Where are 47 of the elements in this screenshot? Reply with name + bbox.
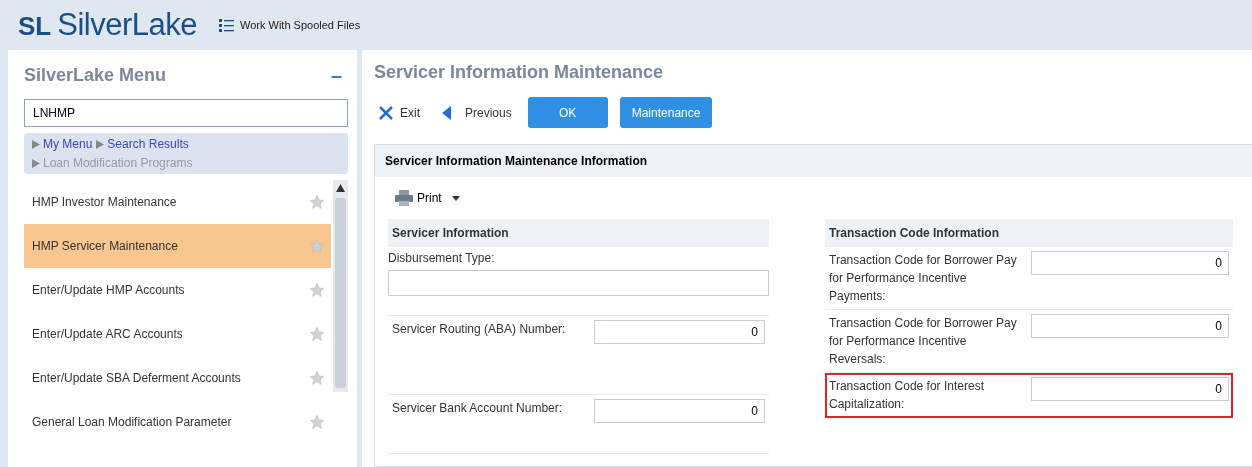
menu-item[interactable]: HMP Servicer Maintenance bbox=[24, 224, 331, 268]
page-title: Servicer Information Maintenance bbox=[374, 62, 665, 83]
star-icon[interactable] bbox=[309, 282, 325, 298]
star-icon[interactable] bbox=[309, 370, 325, 386]
menu-item[interactable]: Enter/Update HMP Accounts bbox=[24, 268, 331, 312]
field-label: Transaction Code for Borrower Pay for Performance Incentive Reversals: bbox=[829, 315, 1018, 368]
previous-button[interactable]: Previous bbox=[438, 105, 516, 120]
list-icon bbox=[219, 18, 234, 32]
logo-mark: SL bbox=[18, 11, 52, 42]
input-field[interactable]: 0 bbox=[1031, 251, 1229, 275]
field-label: Servicer Bank Account Number: bbox=[392, 400, 564, 417]
menu-item[interactable]: Enter/Update SBA Deferment Accounts bbox=[24, 356, 331, 400]
scrollbar[interactable] bbox=[333, 180, 348, 392]
close-icon bbox=[378, 104, 394, 121]
breadcrumb-link[interactable]: My Menu bbox=[32, 137, 93, 151]
triangle-left-icon bbox=[442, 105, 451, 120]
field-label: Transaction Code for Borrower Pay for Performance Incentive Payments: bbox=[829, 252, 1018, 305]
field-label: Transaction Code for Interest Capitalization: bbox=[829, 378, 985, 413]
input-field[interactable] bbox=[388, 270, 769, 296]
column-header: Servicer Information bbox=[388, 219, 769, 247]
input-field[interactable]: 0 bbox=[594, 320, 765, 344]
exit-button[interactable]: Exit bbox=[374, 104, 424, 121]
star-icon[interactable] bbox=[309, 238, 325, 254]
breadcrumb-link[interactable]: Search Results bbox=[96, 137, 189, 151]
input-field[interactable]: 0 bbox=[1031, 314, 1229, 338]
menu-item[interactable]: Enter/Update ARC Accounts bbox=[24, 312, 331, 356]
star-icon[interactable] bbox=[309, 194, 325, 210]
column-header: Transaction Code Information bbox=[825, 219, 1233, 247]
search-field[interactable]: LNHMP bbox=[24, 99, 348, 127]
logo-text: SilverLake bbox=[57, 7, 197, 43]
spooled-files-link[interactable]: Work With Spooled Files bbox=[219, 18, 361, 32]
menu-item[interactable]: HMP Investor Maintenance bbox=[24, 180, 331, 224]
star-icon[interactable] bbox=[309, 414, 325, 430]
collapse-button[interactable]: – bbox=[324, 64, 348, 87]
printer-icon bbox=[395, 190, 413, 206]
input-field[interactable]: 0 bbox=[594, 399, 765, 423]
field-label: Disbursement Type: bbox=[388, 251, 496, 265]
print-button[interactable]: Print bbox=[389, 189, 466, 207]
field-label: Servicer Routing (ABA) Number: bbox=[392, 321, 567, 338]
menu-title: SilverLake Menu bbox=[24, 65, 167, 86]
input-field[interactable]: 0 bbox=[1031, 377, 1229, 401]
star-icon[interactable] bbox=[309, 326, 325, 342]
menu-item[interactable]: General Loan Modification Parameter bbox=[24, 400, 331, 444]
triangle-right-icon bbox=[96, 139, 105, 149]
section-header: Servicer Information Maintenance Information bbox=[375, 145, 1252, 177]
caret-icon bbox=[451, 195, 460, 201]
scroll-up-icon[interactable] bbox=[336, 184, 345, 192]
